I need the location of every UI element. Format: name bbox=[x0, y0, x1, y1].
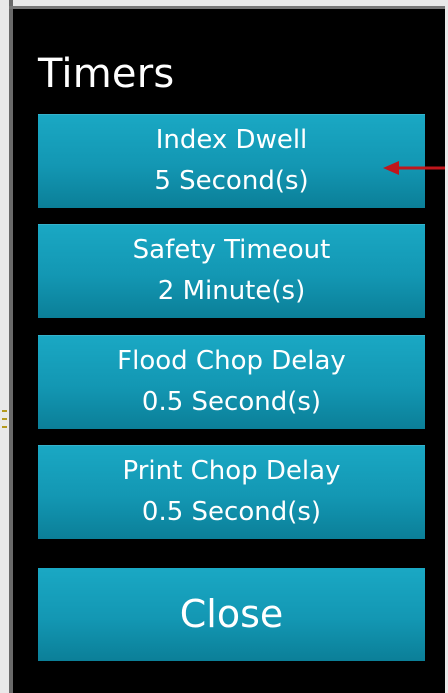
flood-chop-delay-button[interactable]: Flood Chop Delay 0.5 Second(s) bbox=[38, 335, 425, 429]
edge-marker bbox=[2, 410, 7, 412]
timer-label: Index Dwell bbox=[155, 125, 308, 155]
close-button[interactable]: Close bbox=[38, 568, 425, 661]
timer-value: 2 Minute(s) bbox=[157, 276, 306, 306]
dialog-title: Timers bbox=[38, 51, 175, 97]
print-chop-delay-button[interactable]: Print Chop Delay 0.5 Second(s) bbox=[38, 445, 425, 539]
safety-timeout-button[interactable]: Safety Timeout 2 Minute(s) bbox=[38, 224, 425, 318]
edge-marker bbox=[2, 418, 7, 420]
timer-value: 5 Second(s) bbox=[154, 166, 309, 196]
edge-marker bbox=[2, 426, 7, 428]
timer-label: Safety Timeout bbox=[132, 235, 331, 265]
index-dwell-button[interactable]: Index Dwell 5 Second(s) bbox=[38, 114, 425, 208]
timer-label: Print Chop Delay bbox=[122, 456, 341, 486]
timer-value: 0.5 Second(s) bbox=[141, 387, 322, 417]
timer-value: 0.5 Second(s) bbox=[141, 497, 322, 527]
window-edge-left bbox=[0, 0, 9, 693]
arrow-left-icon bbox=[383, 161, 445, 175]
timer-label: Flood Chop Delay bbox=[117, 346, 346, 376]
